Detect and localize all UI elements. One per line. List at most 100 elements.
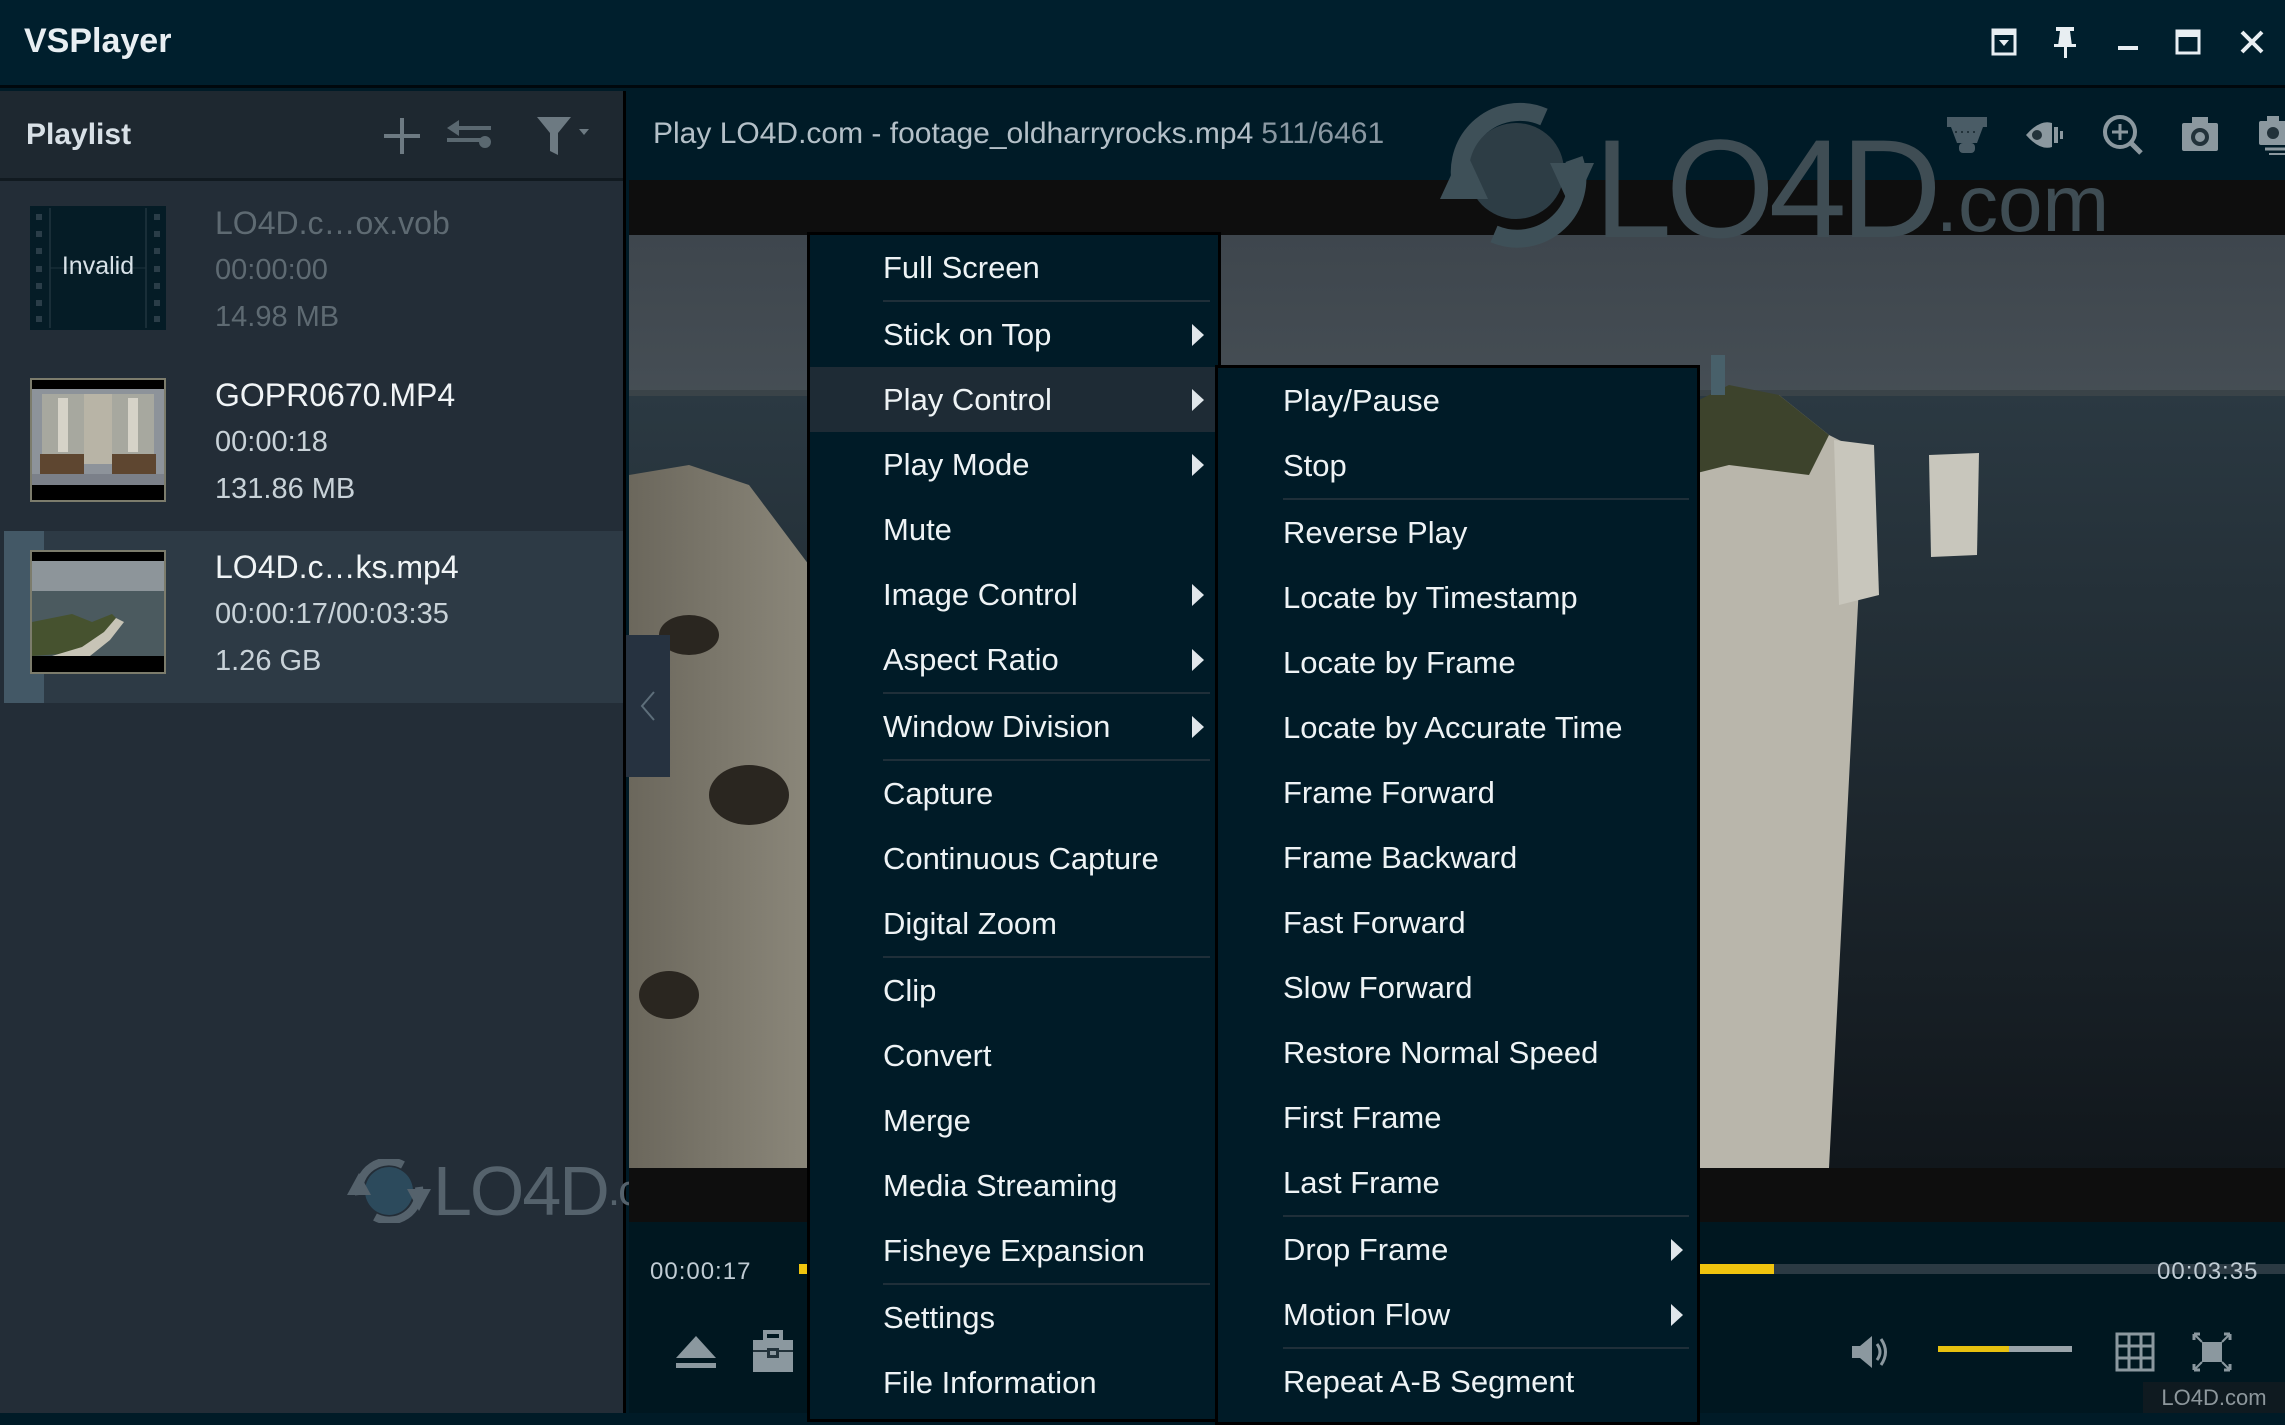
menu-item-label: File Information: [883, 1364, 1097, 1400]
menu-item-full-screen[interactable]: Full Screen: [810, 235, 1218, 300]
submenu-arrow-icon: [1192, 715, 1204, 738]
submenu-arrow-icon: [1192, 323, 1204, 346]
menu-item-reverse-play[interactable]: Reverse Play: [1218, 500, 1697, 565]
menu-item-last-frame[interactable]: Last Frame: [1218, 1150, 1697, 1215]
playlist-title: Playlist: [26, 118, 132, 151]
menu-item-capture[interactable]: Capture: [810, 761, 1218, 826]
menu-item-continuous-capture[interactable]: Continuous Capture: [810, 826, 1218, 891]
total-time: 00:03:35: [2157, 1258, 2259, 1285]
file-name: GOPR0670.MP4: [215, 377, 456, 413]
menu-item-frame-forward[interactable]: Frame Forward: [1218, 760, 1697, 825]
menu-item-label: Convert: [883, 1037, 992, 1073]
menu-item-settings[interactable]: Settings: [810, 1285, 1218, 1350]
menu-item-play-control[interactable]: Play Control: [810, 367, 1218, 432]
menu-item-label: Settings: [883, 1299, 996, 1335]
minimize-button[interactable]: [2108, 22, 2148, 62]
cathedral-thumbnail-image: [32, 380, 164, 500]
menu-item-file-information[interactable]: File Information: [810, 1350, 1218, 1415]
menu-item-label: Last Frame: [1283, 1164, 1440, 1200]
submenu-arrow-icon: [1192, 453, 1204, 476]
toolbox-button[interactable]: [743, 1322, 803, 1382]
play-control-submenu: Play/Pause Stop Reverse Play Locate by Time…: [1215, 365, 1700, 1425]
lo4d-logo-icon: [347, 1159, 431, 1223]
menu-item-image-control[interactable]: Image Control: [810, 562, 1218, 627]
menu-item-label: Fast Forward: [1283, 904, 1466, 940]
thumbnail: [30, 378, 166, 502]
add-icon: [384, 118, 420, 154]
menu-item-merge[interactable]: Merge: [810, 1088, 1218, 1153]
menu-item-fast-forward[interactable]: Fast Forward: [1218, 890, 1697, 955]
menu-item-locate-by-accurate-time[interactable]: Locate by Accurate Time: [1218, 695, 1697, 760]
menu-item-clip[interactable]: Clip: [810, 958, 1218, 1023]
continuous-capture-button[interactable]: [2249, 107, 2285, 163]
menu-item-label: Clip: [883, 972, 937, 1008]
menu-item-label: Digital Zoom: [883, 905, 1057, 941]
menu-item-slow-forward[interactable]: Slow Forward: [1218, 955, 1697, 1020]
menu-item-label: Slow Forward: [1283, 969, 1473, 1005]
menu-item-restore-normal-speed[interactable]: Restore Normal Speed: [1218, 1020, 1697, 1085]
video-toolbar: Play LO4D.com - footage_oldharryrocks.mp…: [629, 91, 2285, 259]
menu-item-locate-by-frame[interactable]: Locate by Frame: [1218, 630, 1697, 695]
menu-item-label: Frame Backward: [1283, 839, 1518, 875]
volume-button[interactable]: [1840, 1322, 1900, 1382]
playlist-header: Playlist: [0, 91, 623, 181]
menu-item-label: Stick on Top: [883, 316, 1052, 352]
close-button[interactable]: [2232, 22, 2272, 62]
menu-item-play-pause[interactable]: Play/Pause: [1218, 368, 1697, 433]
menu-item-media-streaming[interactable]: Media Streaming: [810, 1153, 1218, 1218]
frame-counter: 511/6461: [1261, 117, 1385, 150]
file-size: 131.86 MB: [215, 473, 356, 505]
menu-item-label: Locate by Accurate Time: [1283, 709, 1623, 745]
menu-item-fisheye-expansion[interactable]: Fisheye Expansion: [810, 1218, 1218, 1283]
menu-item-label: Repeat A-B Segment: [1283, 1363, 1575, 1399]
menu-item-label: Locate by Timestamp: [1283, 579, 1578, 615]
playlist-item[interactable]: Invalid LO4D.c…ox.vob 00:00:00 14.98 MB: [4, 187, 623, 359]
menu-item-first-frame[interactable]: First Frame: [1218, 1085, 1697, 1150]
menu-item-repeat-a-b-segment[interactable]: Repeat A-B Segment: [1218, 1349, 1697, 1414]
fullscreen-button[interactable]: [2182, 1322, 2242, 1382]
minimize-icon: [2118, 46, 2138, 50]
collapse-playlist-handle[interactable]: [626, 635, 670, 777]
window-division-button[interactable]: [2105, 1322, 2165, 1382]
now-playing-title: Play LO4D.com - footage_oldharryrocks.mp…: [653, 117, 1384, 151]
menu-item-motion-flow[interactable]: Motion Flow: [1218, 1282, 1697, 1347]
invalid-label: Invalid: [61, 252, 135, 280]
open-file-button[interactable]: [666, 1322, 726, 1382]
swap-order-button[interactable]: [440, 111, 498, 161]
menu-item-label: Reverse Play: [1283, 514, 1468, 550]
menu-item-label: Play Control: [883, 381, 1052, 417]
menu-item-mute[interactable]: Mute: [810, 497, 1218, 562]
now-playing-text: Play LO4D.com - footage_oldharryrocks.mp…: [653, 117, 1254, 150]
menu-item-convert[interactable]: Convert: [810, 1023, 1218, 1088]
filter-icon: [537, 117, 589, 155]
menu-item-label: Play/Pause: [1283, 382, 1440, 418]
progress-fill: [1691, 1264, 1774, 1274]
submenu-arrow-icon: [1192, 388, 1204, 411]
menu-item-aspect-ratio[interactable]: Aspect Ratio: [810, 627, 1218, 692]
menu-item-frame-backward[interactable]: Frame Backward: [1218, 825, 1697, 890]
snapshot-button[interactable]: [2172, 107, 2228, 163]
thumbnail-invalid: Invalid: [30, 206, 166, 330]
maximize-icon: [2175, 29, 2201, 55]
menu-item-locate-by-timestamp[interactable]: Locate by Timestamp: [1218, 565, 1697, 630]
playlist-item[interactable]: GOPR0670.MP4 00:00:18 131.86 MB: [4, 359, 623, 531]
menu-item-window-division[interactable]: Window Division: [810, 694, 1218, 759]
maximize-button[interactable]: [2168, 22, 2208, 62]
grid-icon: [2115, 1332, 2155, 1372]
add-file-button[interactable]: [375, 111, 429, 161]
menu-item-digital-zoom[interactable]: Digital Zoom: [810, 891, 1218, 956]
thumbnail: [30, 550, 166, 674]
window-menu-button[interactable]: [1984, 22, 2024, 62]
menu-item-label: Window Division: [883, 708, 1111, 744]
submenu-arrow-icon: [1671, 1238, 1683, 1261]
lo4d-watermark-top: LO4D .com: [1434, 99, 2109, 259]
menu-item-stop[interactable]: Stop: [1218, 433, 1697, 498]
volume-slider[interactable]: [1938, 1346, 2072, 1352]
pin-button[interactable]: [2045, 22, 2085, 62]
menu-item-drop-frame[interactable]: Drop Frame: [1218, 1217, 1697, 1282]
menu-item-play-mode[interactable]: Play Mode: [810, 432, 1218, 497]
filter-button[interactable]: [530, 111, 600, 161]
menu-item-stick-on-top[interactable]: Stick on Top: [810, 302, 1218, 367]
lo4d-logo-icon: [1440, 102, 1594, 248]
playlist-item-selected[interactable]: LO4D.c…ks.mp4 00:00:17/00:03:35 1.26 GB: [4, 531, 623, 703]
